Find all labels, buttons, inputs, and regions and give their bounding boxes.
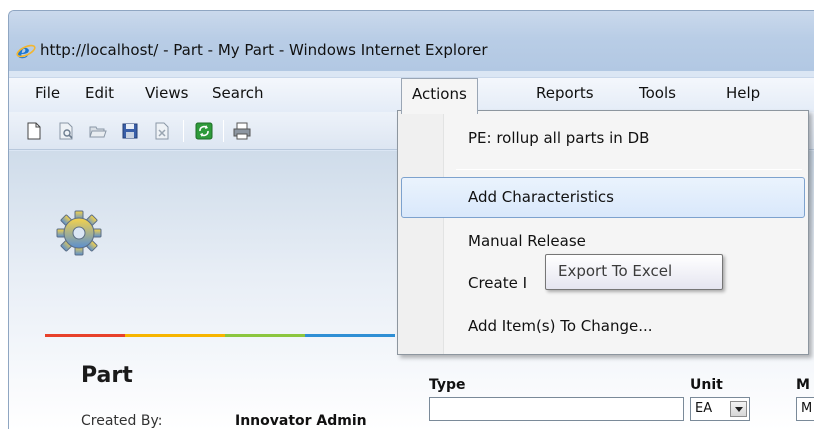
delete-icon[interactable] xyxy=(153,122,171,140)
internet-explorer-icon: e xyxy=(16,41,36,61)
menu-item-manual-release[interactable]: Manual Release xyxy=(468,232,586,250)
actions-dropdown-menu: PE: rollup all parts in DB Add Character… xyxy=(397,110,809,355)
chevron-down-icon[interactable] xyxy=(730,401,747,417)
created-by-label: Created By: xyxy=(81,413,163,429)
save-icon[interactable] xyxy=(121,122,139,140)
menu-file[interactable]: File xyxy=(35,84,60,102)
created-by-value: Innovator Admin xyxy=(235,413,367,429)
menu-item-pe-rollup[interactable]: PE: rollup all parts in DB xyxy=(468,129,649,147)
color-bar-blue xyxy=(305,334,395,337)
menu-gutter xyxy=(398,111,444,354)
type-label: Type xyxy=(429,377,466,393)
print-icon[interactable] xyxy=(233,122,251,140)
toolbar-separator xyxy=(223,120,224,142)
unit-label: Unit xyxy=(690,377,723,393)
menu-bar: File Edit Views Search Actions Reports T… xyxy=(9,77,814,114)
m-value: M xyxy=(801,401,813,416)
gear-icon xyxy=(56,210,102,256)
menu-views[interactable]: Views xyxy=(145,84,188,102)
refresh-icon[interactable] xyxy=(195,122,213,140)
menu-reports[interactable]: Reports xyxy=(536,84,594,102)
color-bar-green xyxy=(225,334,305,337)
menu-item-create[interactable]: Create I xyxy=(468,274,527,292)
menu-edit[interactable]: Edit xyxy=(85,84,114,102)
print-preview-icon[interactable] xyxy=(57,122,75,140)
open-folder-icon[interactable] xyxy=(89,122,107,140)
menu-separator xyxy=(456,169,802,170)
menu-search[interactable]: Search xyxy=(212,84,264,102)
unit-value: EA xyxy=(695,401,713,416)
menu-actions[interactable]: Actions xyxy=(401,78,478,114)
m-input[interactable]: M xyxy=(796,397,814,421)
m-label: M xyxy=(796,377,810,393)
menu-tools[interactable]: Tools xyxy=(639,84,676,102)
type-input[interactable] xyxy=(429,397,684,421)
title-bar: e http://localhost/ - Part - My Part - W… xyxy=(9,11,814,71)
unit-select[interactable]: EA xyxy=(690,397,750,421)
toolbar-separator xyxy=(183,120,184,142)
menu-item-add-items-to-change[interactable]: Add Item(s) To Change... xyxy=(468,317,653,335)
new-document-icon[interactable] xyxy=(25,122,43,140)
page-title: Part xyxy=(81,363,133,388)
menu-help[interactable]: Help xyxy=(726,84,760,102)
menu-item-add-characteristics[interactable]: Add Characteristics xyxy=(468,188,614,206)
window-title: http://localhost/ - Part - My Part - Win… xyxy=(40,41,488,59)
color-bar-red xyxy=(45,334,125,337)
tooltip: Export To Excel xyxy=(545,254,723,290)
color-bar-yellow xyxy=(125,334,225,337)
